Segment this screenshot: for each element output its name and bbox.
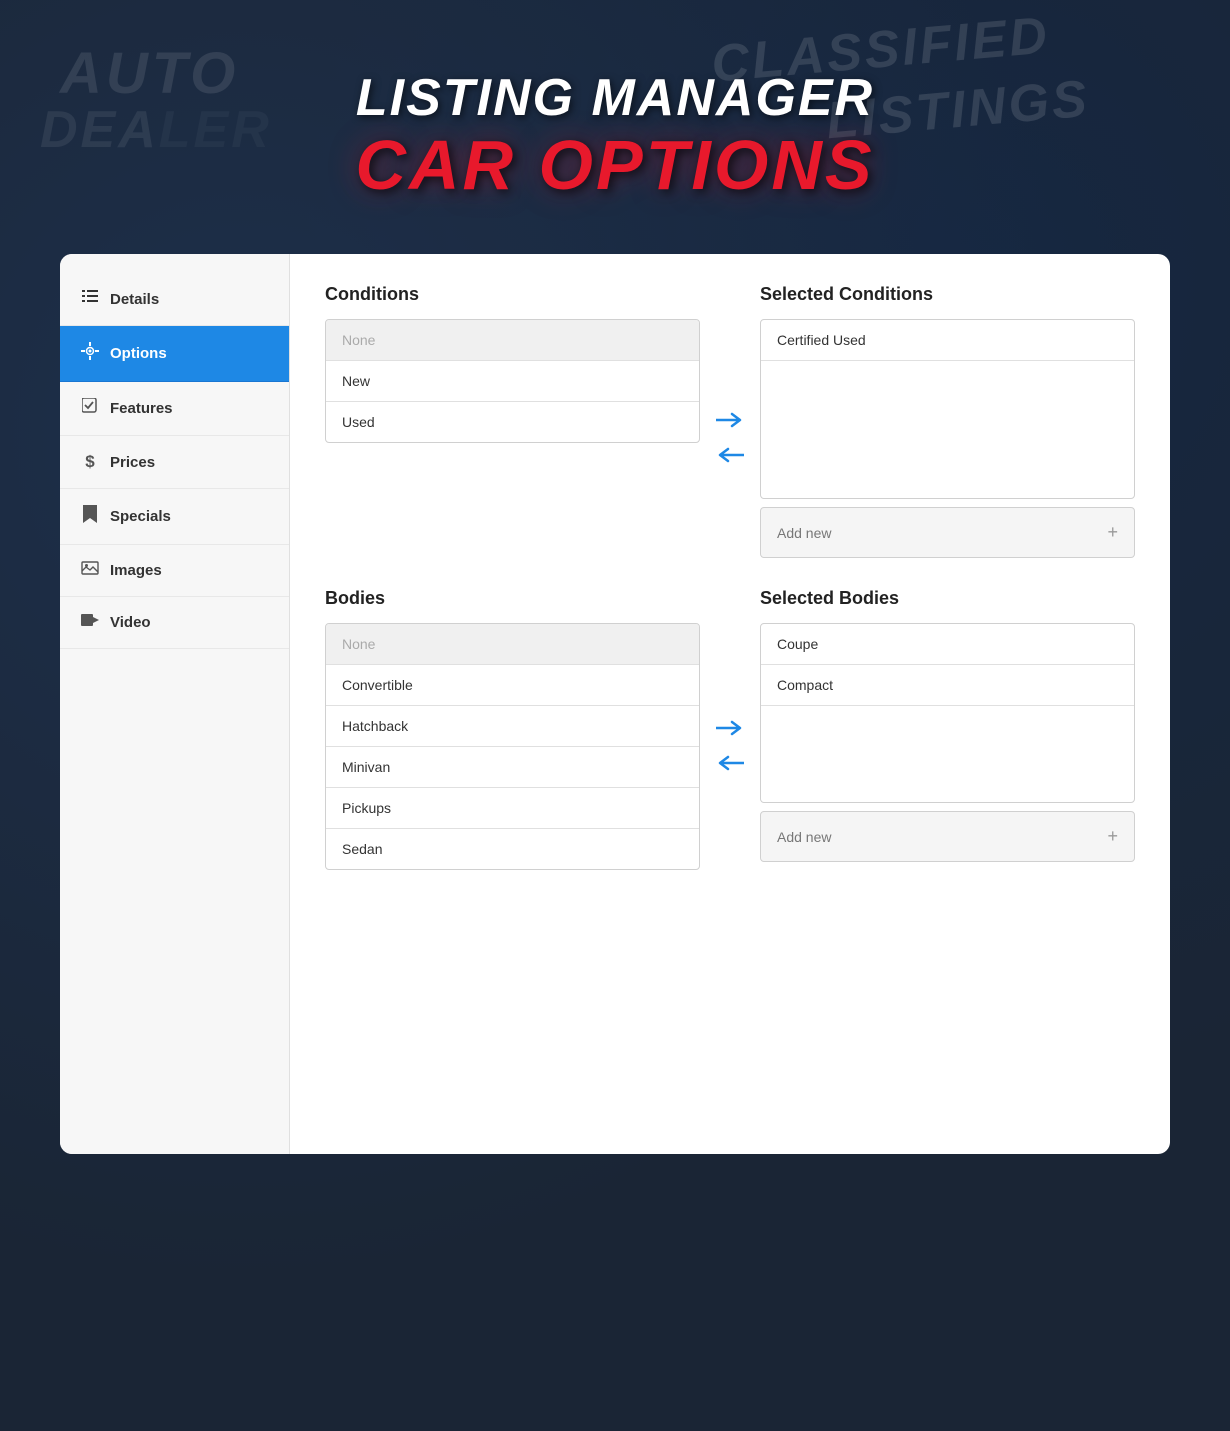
sidebar-item-label-prices: Prices	[110, 454, 155, 471]
image-icon	[80, 561, 100, 580]
sidebar-item-prices[interactable]: $ Prices	[60, 436, 289, 489]
bodies-plus-icon: +	[1107, 826, 1118, 847]
body-item-none[interactable]: None	[326, 624, 699, 665]
conditions-list-box: None New Used	[325, 319, 700, 443]
conditions-available-col: Conditions None New Used	[325, 284, 700, 558]
dollar-icon: $	[80, 452, 100, 472]
selected-conditions-list-box: Certified Used	[760, 319, 1135, 499]
conditions-selected-col: Selected Conditions Certified Used Add n…	[760, 284, 1135, 558]
body-item-convertible[interactable]: Convertible	[326, 665, 699, 706]
listing-manager-title: LISTING MANAGER	[0, 70, 1230, 127]
condition-item-new[interactable]: New	[326, 361, 699, 402]
sidebar: Details Options	[60, 254, 290, 1154]
bodies-list-box: None Convertible Hatchback Minivan Picku…	[325, 623, 700, 870]
conditions-move-left-button[interactable]	[712, 441, 748, 472]
bodies-title: Bodies	[325, 588, 700, 609]
sidebar-item-video[interactable]: Video	[60, 597, 289, 649]
selected-conditions-title: Selected Conditions	[760, 284, 1135, 305]
sidebar-item-label-details: Details	[110, 291, 159, 308]
sidebar-item-label-options: Options	[110, 345, 167, 362]
condition-item-none[interactable]: None	[326, 320, 699, 361]
add-new-conditions-label: Add new	[777, 525, 831, 541]
add-new-bodies-label: Add new	[777, 829, 831, 845]
bodies-transfer-arrows	[700, 624, 760, 870]
main-content: Conditions None New Used	[290, 254, 1170, 1154]
selected-bodies-list-box: Coupe Compact	[760, 623, 1135, 803]
condition-item-used[interactable]: Used	[326, 402, 699, 442]
sidebar-item-label-features: Features	[110, 400, 173, 417]
video-icon	[80, 613, 100, 632]
sidebar-item-label-specials: Specials	[110, 508, 171, 525]
sidebar-item-images[interactable]: Images	[60, 545, 289, 597]
bodies-available-col: Bodies None Convertible Hatchback Miniva…	[325, 588, 700, 870]
check-icon	[80, 398, 100, 419]
list-icon	[80, 290, 100, 309]
sidebar-item-label-images: Images	[110, 562, 162, 579]
bodies-add-new-button[interactable]: Add new +	[760, 811, 1135, 862]
selected-bodies-title: Selected Bodies	[760, 588, 1135, 609]
body-item-pickups[interactable]: Pickups	[326, 788, 699, 829]
sidebar-item-features[interactable]: Features	[60, 382, 289, 436]
bodies-section: Bodies None Convertible Hatchback Miniva…	[325, 588, 1135, 870]
selected-body-item-1[interactable]: Compact	[761, 665, 1134, 706]
header-section: LISTING MANAGER CAR OPTIONS	[0, 0, 1230, 254]
sidebar-item-specials[interactable]: Specials	[60, 489, 289, 545]
conditions-transfer-arrows	[700, 320, 760, 558]
bodies-move-left-button[interactable]	[712, 749, 748, 780]
bodies-move-right-button[interactable]	[712, 714, 748, 745]
conditions-title: Conditions	[325, 284, 700, 305]
options-icon	[80, 342, 100, 365]
bodies-selected-col: Selected Bodies Coupe Compact Add new +	[760, 588, 1135, 870]
conditions-plus-icon: +	[1107, 522, 1118, 543]
sidebar-item-options[interactable]: Options	[60, 326, 289, 382]
conditions-section: Conditions None New Used	[325, 284, 1135, 558]
conditions-move-right-button[interactable]	[712, 406, 748, 437]
body-item-hatchback[interactable]: Hatchback	[326, 706, 699, 747]
bookmark-icon	[80, 505, 100, 528]
body-item-sedan[interactable]: Sedan	[326, 829, 699, 869]
sidebar-item-label-video: Video	[110, 614, 151, 631]
main-card: Details Options	[60, 254, 1170, 1154]
selected-body-item-0[interactable]: Coupe	[761, 624, 1134, 665]
sidebar-item-details[interactable]: Details	[60, 274, 289, 326]
conditions-add-new-button[interactable]: Add new +	[760, 507, 1135, 558]
car-options-title: CAR OPTIONS	[0, 127, 1230, 204]
body-item-minivan[interactable]: Minivan	[326, 747, 699, 788]
selected-condition-item-0[interactable]: Certified Used	[761, 320, 1134, 361]
